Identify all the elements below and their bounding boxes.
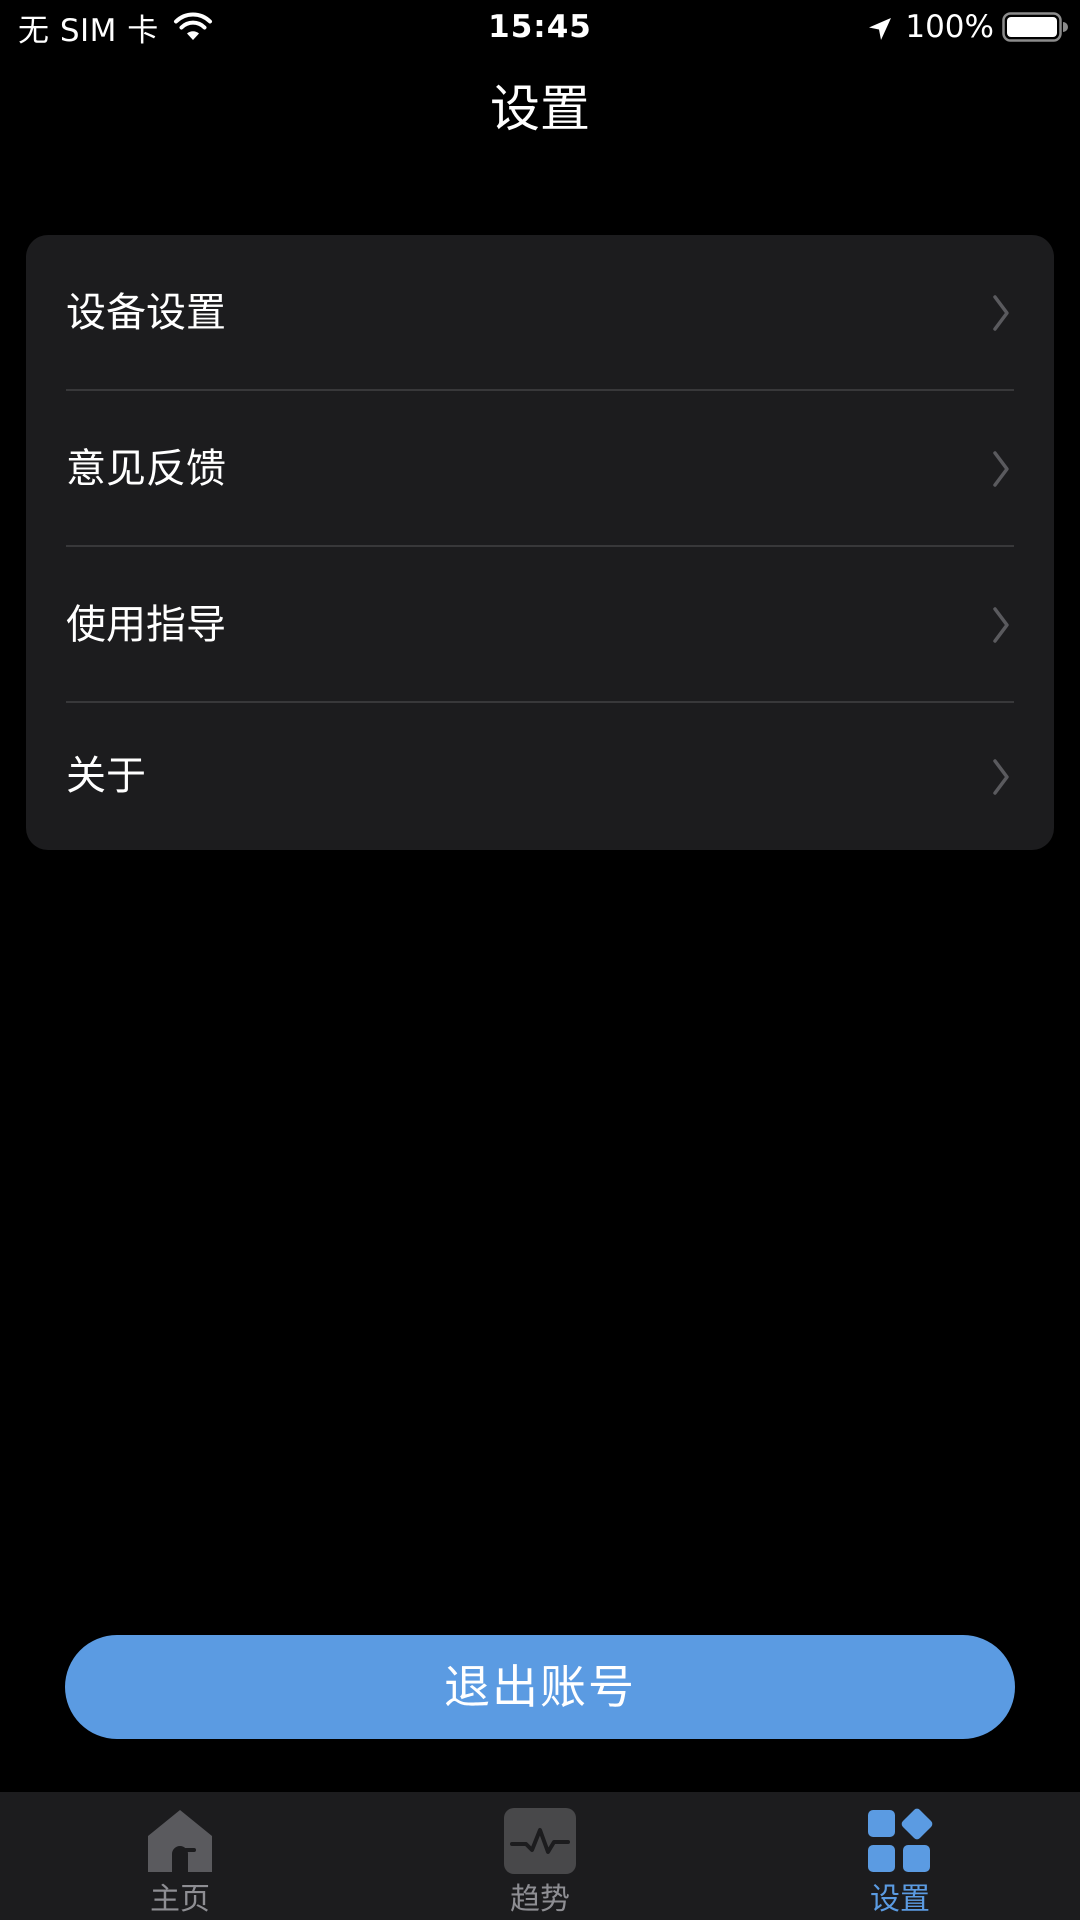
- chevron-right-icon: [993, 295, 1009, 331]
- settings-item-label: 设备设置: [66, 290, 226, 336]
- settings-item-label: 使用指导: [66, 602, 226, 648]
- logout-button[interactable]: 退出账号: [65, 1635, 1015, 1739]
- tab-home[interactable]: 主页: [80, 1792, 280, 1920]
- tab-label: 主页: [150, 1882, 210, 1917]
- tab-label: 趋势: [510, 1882, 570, 1917]
- home-icon: [148, 1810, 212, 1872]
- settings-item-label: 关于: [66, 753, 146, 799]
- chevron-right-icon: [993, 451, 1009, 487]
- settings-item-feedback[interactable]: 意见反馈: [26, 391, 1054, 547]
- settings-item-about[interactable]: 关于: [26, 703, 1054, 850]
- grid-icon: [868, 1808, 933, 1872]
- tab-settings[interactable]: 设置: [800, 1792, 1000, 1920]
- tab-bar: 主页 趋势 设置: [0, 1792, 1080, 1920]
- status-bar: 无 SIM 卡 15:45 100%: [0, 0, 1080, 54]
- settings-item-label: 意见反馈: [66, 446, 226, 492]
- tab-label: 设置: [870, 1882, 930, 1917]
- settings-item-device-settings[interactable]: 设备设置: [26, 235, 1054, 391]
- battery-icon: [1002, 12, 1068, 42]
- page-title: 设置: [490, 80, 590, 138]
- settings-list: 设备设置 意见反馈 使用指导 关于: [26, 235, 1054, 850]
- chevron-right-icon: [993, 607, 1009, 643]
- pulse-chart-icon: [504, 1808, 576, 1874]
- battery-percent: 100%: [905, 9, 994, 45]
- location-arrow-icon: [867, 14, 893, 40]
- chevron-right-icon: [993, 759, 1009, 795]
- settings-item-user-guide[interactable]: 使用指导: [26, 547, 1054, 703]
- tab-trends[interactable]: 趋势: [440, 1792, 640, 1920]
